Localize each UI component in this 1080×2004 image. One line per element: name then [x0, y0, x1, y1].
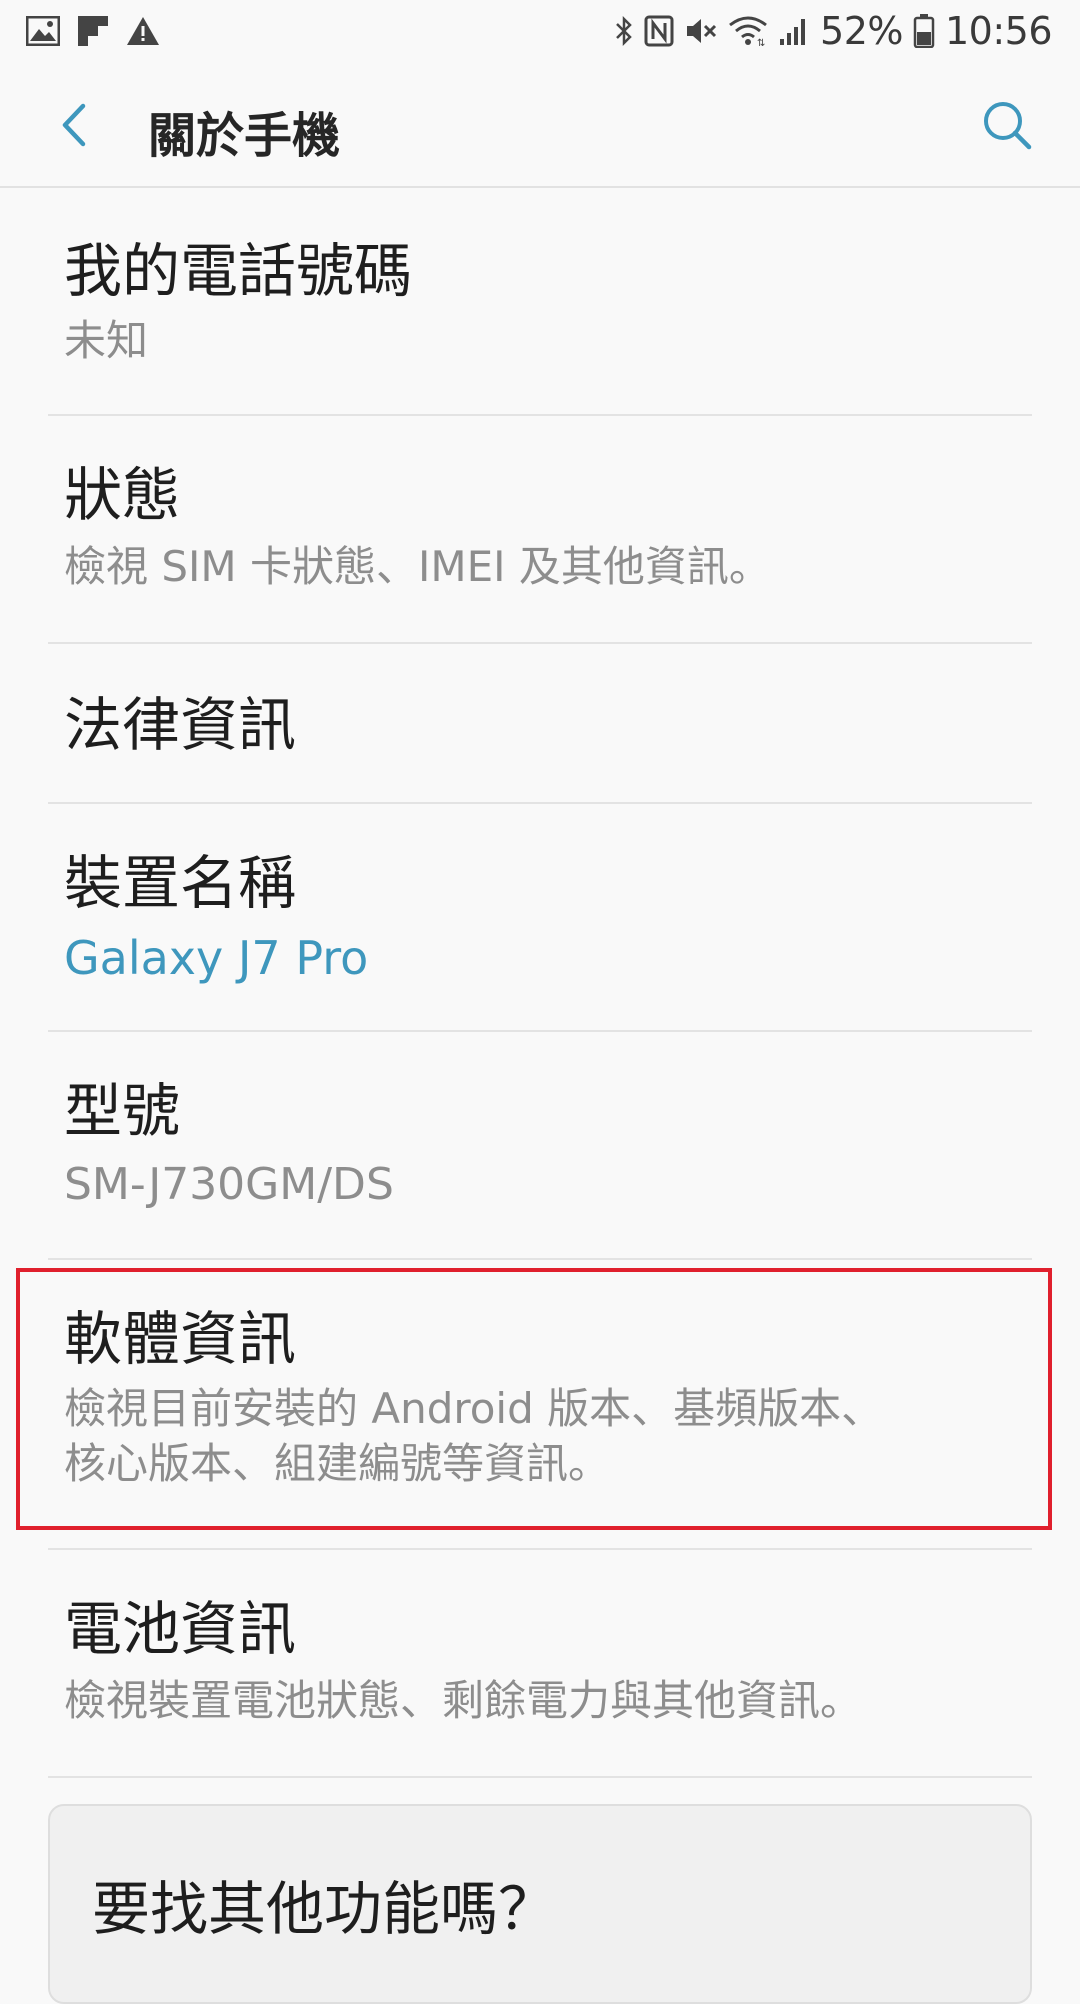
suggestion-card: 要找其他功能嗎？ [48, 1804, 1032, 2004]
mute-icon [684, 15, 718, 47]
item-title: 電池資訊 [64, 1595, 297, 1663]
highlight-box [16, 1268, 1052, 1530]
item-subtitle: 檢視 SIM 卡狀態、IMEI 及其他資訊。 [64, 542, 771, 591]
svg-text:⇅: ⇅ [757, 38, 765, 47]
battery-percent: 52% [820, 9, 903, 53]
divider [48, 1776, 1032, 1778]
item-subtitle: 未知 [64, 316, 149, 365]
search-button[interactable] [972, 90, 1042, 160]
signal-icon [778, 15, 810, 47]
search-icon [984, 102, 1032, 150]
clock: 10:56 [944, 9, 1053, 53]
item-title: 裝置名稱 [64, 849, 297, 917]
item-title: 型號 [64, 1077, 181, 1145]
item-title: 法律資訊 [64, 691, 297, 759]
list-item-status[interactable]: 狀態 檢視 SIM 卡狀態、IMEI 及其他資訊。 [0, 416, 1080, 644]
item-subtitle: 檢視裝置電池狀態、剩餘電力與其他資訊。 [64, 1676, 863, 1725]
settings-list: 我的電話號碼 未知 狀態 檢視 SIM 卡狀態、IMEI 及其他資訊。 法律資訊… [0, 190, 1080, 1778]
item-subtitle: SM-J730GM/DS [64, 1159, 394, 1210]
bluetooth-icon [614, 15, 634, 47]
page-title: 關於手機 [148, 108, 341, 164]
flipboard-notification-icon [78, 16, 108, 46]
list-item-phone-number[interactable]: 我的電話號碼 未知 [0, 190, 1080, 416]
action-bar: 關於手機 [0, 62, 1080, 188]
item-subtitle: Galaxy J7 Pro [64, 931, 369, 985]
item-title: 我的電話號碼 [64, 237, 413, 305]
list-item-legal-info[interactable]: 法律資訊 [0, 644, 1080, 804]
battery-icon [913, 14, 935, 48]
warning-icon [126, 16, 160, 46]
suggestion-title: 要找其他功能嗎？ [92, 1875, 557, 1943]
item-title: 狀態 [64, 461, 181, 529]
list-item-model[interactable]: 型號 SM-J730GM/DS [0, 1032, 1080, 1260]
list-item-device-name[interactable]: 裝置名稱 Galaxy J7 Pro [0, 804, 1080, 1032]
nfc-icon [644, 15, 674, 47]
chevron-left-icon [62, 103, 86, 147]
image-notification-icon [26, 16, 60, 46]
wifi-icon: ⇅ [728, 15, 768, 47]
list-item-battery-info[interactable]: 電池資訊 檢視裝置電池狀態、剩餘電力與其他資訊。 [0, 1550, 1080, 1778]
status-bar: ⇅ 52% 10:56 [0, 0, 1080, 62]
back-button[interactable] [44, 92, 104, 158]
